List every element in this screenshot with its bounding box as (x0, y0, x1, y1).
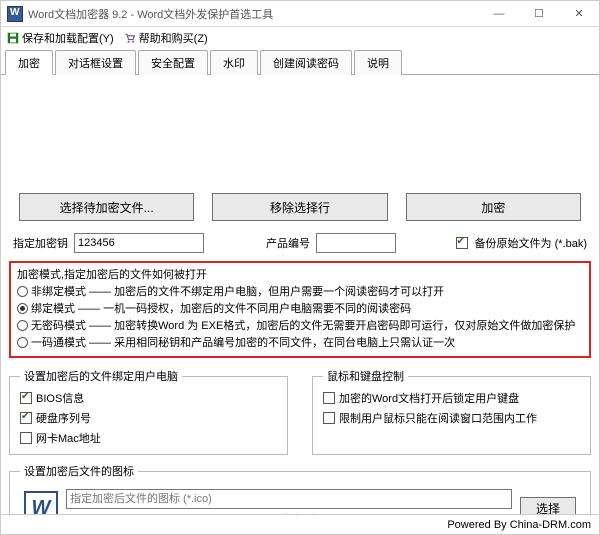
key-label: 指定加密钥 (13, 235, 68, 251)
footer-text: Powered By China-DRM.com (447, 519, 591, 531)
close-button[interactable]: ✕ (565, 4, 593, 24)
tab-watermark[interactable]: 水印 (210, 50, 258, 75)
statusbar: Powered By China-DRM.com (1, 514, 599, 534)
icon-row: W 使用默认图标 选择 (20, 485, 580, 514)
tab-encrypt[interactable]: 加密 (5, 50, 53, 75)
mode-opt-bind[interactable]: 绑定模式 —— 一机一码授权，加密后的文件不同用户电脑需要不同的阅读密码 (17, 301, 583, 318)
mode-title: 加密模式,指定加密后的文件如何被打开 (17, 267, 583, 284)
key-row: 指定加密钥 产品编号 备份原始文件为 (*.bak) (1, 221, 599, 259)
key-input[interactable] (74, 233, 204, 253)
bind-bios[interactable]: BIOS信息 (20, 390, 277, 406)
menubar: 保存和加载配置(Y) 帮助和购买(Z) (1, 27, 599, 49)
check-icon (323, 412, 335, 424)
file-list-area (1, 75, 599, 193)
mode-opt-onecode[interactable]: 一码通模式 —— 采用相同秘钥和产品编号加密的不同文件，在同台电脑上只需认证一次 (17, 335, 583, 352)
app-window: Word文档加密器 9.2 - Word文档外发保护首选工具 — ☐ ✕ 保存和… (0, 0, 600, 535)
check-icon (323, 392, 335, 404)
tab-content: 选择待加密文件... 移除选择行 加密 指定加密钥 产品编号 备份原始文件为 (… (1, 75, 599, 514)
prod-label: 产品编号 (266, 235, 310, 251)
prod-input[interactable] (316, 233, 396, 253)
radio-icon (17, 286, 28, 297)
icon-path-input[interactable] (66, 489, 512, 509)
select-files-button[interactable]: 选择待加密文件... (19, 193, 194, 221)
icon-fieldset: 设置加密后文件的图标 W 使用默认图标 选择 (9, 463, 591, 514)
check-icon (20, 392, 32, 404)
bind-hdd[interactable]: 硬盘序列号 (20, 410, 277, 426)
choose-icon-button[interactable]: 选择 (520, 497, 576, 514)
menu-help-label: 帮助和购买(Z) (139, 30, 208, 46)
tab-dialog[interactable]: 对话框设置 (55, 50, 136, 75)
radio-icon (17, 320, 28, 331)
disk-icon (7, 32, 19, 44)
bind-mac[interactable]: 网卡Mac地址 (20, 430, 277, 446)
km-legend: 鼠标和键盘控制 (323, 368, 408, 384)
radio-icon (17, 303, 28, 314)
remove-row-button[interactable]: 移除选择行 (212, 193, 387, 221)
word-icon: W (24, 491, 58, 514)
window-title: Word文档加密器 9.2 - Word文档外发保护首选工具 (28, 6, 485, 22)
action-buttons: 选择待加密文件... 移除选择行 加密 (1, 193, 599, 221)
check-icon (20, 432, 32, 444)
icon-legend: 设置加密后文件的图标 (20, 463, 138, 479)
maximize-button[interactable]: ☐ (525, 4, 553, 24)
bind-legend: 设置加密后的文件绑定用户电脑 (20, 368, 182, 384)
mode-opt-nopwd[interactable]: 无密码模式 —— 加密转换Word 为 EXE格式，加密后的文件无需要开启密码即… (17, 318, 583, 335)
tab-create-pwd[interactable]: 创建阅读密码 (260, 50, 352, 75)
default-icon-link[interactable]: 使用默认图标 (66, 511, 512, 514)
check-icon (20, 412, 32, 424)
tabbar: 加密 对话框设置 安全配置 水印 创建阅读密码 说明 (1, 49, 599, 75)
km-lock-kbd[interactable]: 加密的Word文档打开后锁定用户键盘 (323, 390, 580, 406)
minimize-button[interactable]: — (485, 4, 513, 24)
titlebar: Word文档加密器 9.2 - Word文档外发保护首选工具 — ☐ ✕ (1, 1, 599, 27)
app-icon (7, 6, 23, 22)
radio-icon (17, 337, 28, 348)
check-icon (456, 237, 468, 249)
bind-fieldset: 设置加密后的文件绑定用户电脑 BIOS信息 硬盘序列号 网卡Mac地址 (9, 368, 288, 455)
mode-highlight-box: 加密模式,指定加密后的文件如何被打开 非绑定模式 —— 加密后的文件不绑定用户电… (9, 261, 591, 358)
km-limit-mouse[interactable]: 限制用户鼠标只能在阅读窗口范围内工作 (323, 410, 580, 426)
mode-opt-nobind[interactable]: 非绑定模式 —— 加密后的文件不绑定用户电脑，但用户需要一个阅读密码才可以打开 (17, 284, 583, 301)
tab-about[interactable]: 说明 (354, 50, 402, 75)
two-column: 设置加密后的文件绑定用户电脑 BIOS信息 硬盘序列号 网卡Mac地址 鼠标和键… (1, 364, 599, 459)
km-fieldset: 鼠标和键盘控制 加密的Word文档打开后锁定用户键盘 限制用户鼠标只能在阅读窗口… (312, 368, 591, 455)
menu-help-buy[interactable]: 帮助和购买(Z) (124, 30, 208, 46)
encrypt-button[interactable]: 加密 (406, 193, 581, 221)
menu-save-config[interactable]: 保存和加载配置(Y) (7, 30, 114, 46)
backup-checkbox[interactable]: 备份原始文件为 (*.bak) (456, 235, 587, 251)
backup-label: 备份原始文件为 (*.bak) (475, 235, 587, 251)
menu-save-label: 保存和加载配置(Y) (22, 30, 114, 46)
tab-security[interactable]: 安全配置 (138, 50, 208, 75)
cart-icon (124, 32, 136, 44)
window-controls: — ☐ ✕ (485, 4, 593, 24)
